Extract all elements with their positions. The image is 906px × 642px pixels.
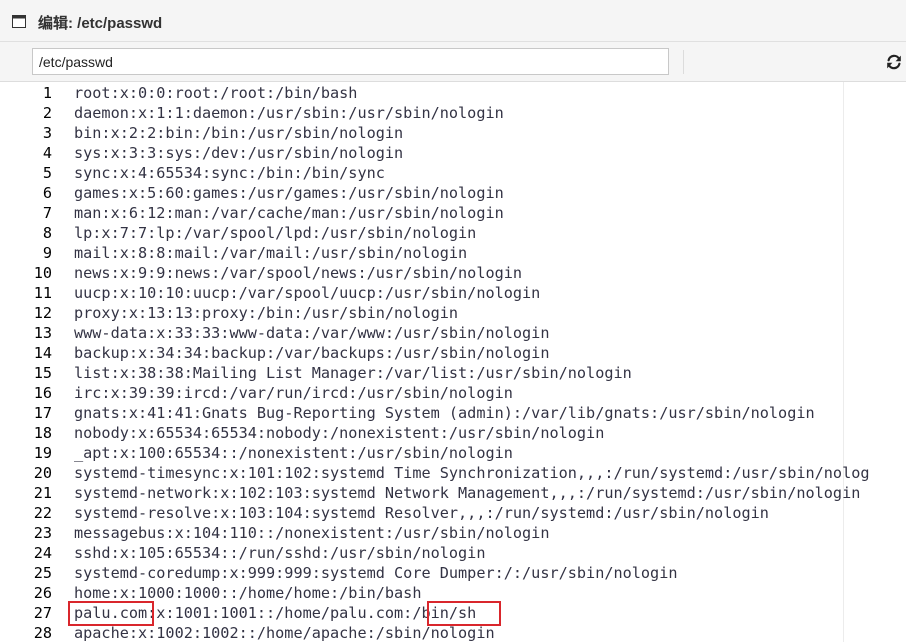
code-line[interactable]: 10 news:x:9:9:news:/var/spool/news:/usr/s… [0,263,906,283]
line-text[interactable]: lp:x:7:7:lp:/var/spool/lpd:/usr/sbin/nol… [74,223,476,243]
line-text[interactable]: bin:x:2:2:bin:/bin:/usr/sbin/nologin [74,123,403,143]
code-line[interactable]: 16 irc:x:39:39:ircd:/var/run/ircd:/usr/sb… [0,383,906,403]
line-text[interactable]: sync:x:4:65534:sync:/bin:/bin/sync [74,163,385,183]
line-text[interactable]: palu.com:x:1001:1001::/home/palu.com:/bi… [74,603,476,623]
line-text[interactable]: systemd-network:x:102:103:systemd Networ… [74,483,860,503]
line-text[interactable]: systemd-coredump:x:999:999:systemd Core … [74,563,677,583]
file-path-input[interactable] [32,48,669,75]
line-text[interactable]: proxy:x:13:13:proxy:/bin:/usr/sbin/nolog… [74,303,458,323]
code-line[interactable]: 27 palu.com:x:1001:1001::/home/palu.com:/… [0,603,906,623]
code-line[interactable]: 24 sshd:x:105:65534::/run/sshd:/usr/sbin/… [0,543,906,563]
window-icon [12,15,26,28]
code-line[interactable]: 23 messagebus:x:104:110::/nonexistent:/us… [0,523,906,543]
line-text[interactable]: man:x:6:12:man:/var/cache/man:/usr/sbin/… [74,203,504,223]
line-number: 12 [33,304,52,322]
code-line[interactable]: 11 uucp:x:10:10:uucp:/var/spool/uucp:/usr… [0,283,906,303]
editor-toolbar [0,42,906,82]
line-text[interactable]: apache:x:1002:1002::/home/apache:/sbin/n… [74,623,495,642]
toolbar-divider [683,50,684,74]
line-number: 10 [33,264,52,282]
code-line[interactable]: 18 nobody:x:65534:65534:nobody:/nonexiste… [0,423,906,443]
line-text[interactable]: sys:x:3:3:sys:/dev:/usr/sbin/nologin [74,143,403,163]
code-line[interactable]: 17 gnats:x:41:41:Gnats Bug-Reporting Syst… [0,403,906,423]
code-line[interactable]: 19 _apt:x:100:65534::/nonexistent:/usr/sb… [0,443,906,463]
code-line[interactable]: 25 systemd-coredump:x:999:999:systemd Cor… [0,563,906,583]
code-line[interactable]: 21 systemd-network:x:102:103:systemd Netw… [0,483,906,503]
line-number: 18 [33,424,52,442]
code-line[interactable]: 28 apache:x:1002:1002::/home/apache:/sbin… [0,623,906,642]
line-number: 26 [33,584,52,602]
line-text[interactable]: messagebus:x:104:110::/nonexistent:/usr/… [74,523,549,543]
line-number: 21 [33,484,52,502]
line-number: 3 [42,124,52,142]
line-number: 9 [42,244,52,262]
code-line[interactable]: 8 lp:x:7:7:lp:/var/spool/lpd:/usr/sbin/no… [0,223,906,243]
line-number: 20 [33,464,52,482]
line-text[interactable]: systemd-timesync:x:101:102:systemd Time … [74,463,870,483]
code-line[interactable]: 4 sys:x:3:3:sys:/dev:/usr/sbin/nologin [0,143,906,163]
code-line[interactable]: 15 list:x:38:38:Mailing List Manager:/var… [0,363,906,383]
line-text[interactable]: sshd:x:105:65534::/run/sshd:/usr/sbin/no… [74,543,485,563]
code-line[interactable]: 3 bin:x:2:2:bin:/bin:/usr/sbin/nologin [0,123,906,143]
line-text[interactable]: systemd-resolve:x:103:104:systemd Resolv… [74,503,769,523]
line-text[interactable]: root:x:0:0:root:/root:/bin/bash [74,83,357,103]
line-text[interactable]: daemon:x:1:1:daemon:/usr/sbin:/usr/sbin/… [74,103,504,123]
code-line[interactable]: 2 daemon:x:1:1:daemon:/usr/sbin:/usr/sbin… [0,103,906,123]
line-text[interactable]: news:x:9:9:news:/var/spool/news:/usr/sbi… [74,263,522,283]
line-text[interactable]: uucp:x:10:10:uucp:/var/spool/uucp:/usr/s… [74,283,540,303]
code-line[interactable]: 13 www-data:x:33:33:www-data:/var/www:/us… [0,323,906,343]
window-title: 编辑: /etc/passwd [38,15,163,32]
line-text[interactable]: list:x:38:38:Mailing List Manager:/var/l… [74,363,632,383]
line-text[interactable]: home:x:1000:1000::/home/home:/bin/bash [74,583,421,603]
line-number: 1 [42,84,52,102]
code-line[interactable]: 20 systemd-timesync:x:101:102:systemd Tim… [0,463,906,483]
line-number: 17 [33,404,52,422]
code-line[interactable]: 9 mail:x:8:8:mail:/var/mail:/usr/sbin/nol… [0,243,906,263]
line-number: 28 [33,624,52,642]
line-number: 7 [42,204,52,222]
line-number: 15 [33,364,52,382]
line-number: 2 [42,104,52,122]
code-line[interactable]: 14 backup:x:34:34:backup:/var/backups:/us… [0,343,906,363]
line-number: 14 [33,344,52,362]
line-number: 22 [33,504,52,522]
line-number: 11 [33,284,52,302]
line-text[interactable]: www-data:x:33:33:www-data:/var/www:/usr/… [74,323,549,343]
code-line[interactable]: 6 games:x:5:60:games:/usr/games:/usr/sbin… [0,183,906,203]
line-text[interactable]: _apt:x:100:65534::/nonexistent:/usr/sbin… [74,443,513,463]
code-line[interactable]: 7 man:x:6:12:man:/var/cache/man:/usr/sbin… [0,203,906,223]
line-number: 23 [33,524,52,542]
line-number: 4 [42,144,52,162]
code-line[interactable]: 5 sync:x:4:65534:sync:/bin:/bin/sync [0,163,906,183]
line-number: 8 [42,224,52,242]
line-number: 13 [33,324,52,342]
line-text[interactable]: games:x:5:60:games:/usr/games:/usr/sbin/… [74,183,504,203]
code-line[interactable]: 12 proxy:x:13:13:proxy:/bin:/usr/sbin/nol… [0,303,906,323]
line-number: 25 [33,564,52,582]
text-editor[interactable]: 1 root:x:0:0:root:/root:/bin/bash 2 daemon:… [0,82,906,642]
line-text[interactable]: nobody:x:65534:65534:nobody:/nonexistent… [74,423,604,443]
line-number: 24 [33,544,52,562]
line-number: 6 [42,184,52,202]
code-line[interactable]: 26 home:x:1000:1000::/home/home:/bin/bash [0,583,906,603]
line-number: 19 [33,444,52,462]
code-line[interactable]: 1 root:x:0:0:root:/root:/bin/bash [0,83,906,103]
line-text[interactable]: mail:x:8:8:mail:/var/mail:/usr/sbin/nolo… [74,243,467,263]
line-number: 16 [33,384,52,402]
line-number: 27 [33,604,52,622]
code-line[interactable]: 22 systemd-resolve:x:103:104:systemd Reso… [0,503,906,523]
refresh-icon[interactable] [884,53,904,71]
line-text[interactable]: gnats:x:41:41:Gnats Bug-Reporting System… [74,403,815,423]
title-bar: 编辑: /etc/passwd [0,0,906,42]
line-text[interactable]: backup:x:34:34:backup:/var/backups:/usr/… [74,343,549,363]
line-number: 5 [42,164,52,182]
line-text[interactable]: irc:x:39:39:ircd:/var/run/ircd:/usr/sbin… [74,383,513,403]
